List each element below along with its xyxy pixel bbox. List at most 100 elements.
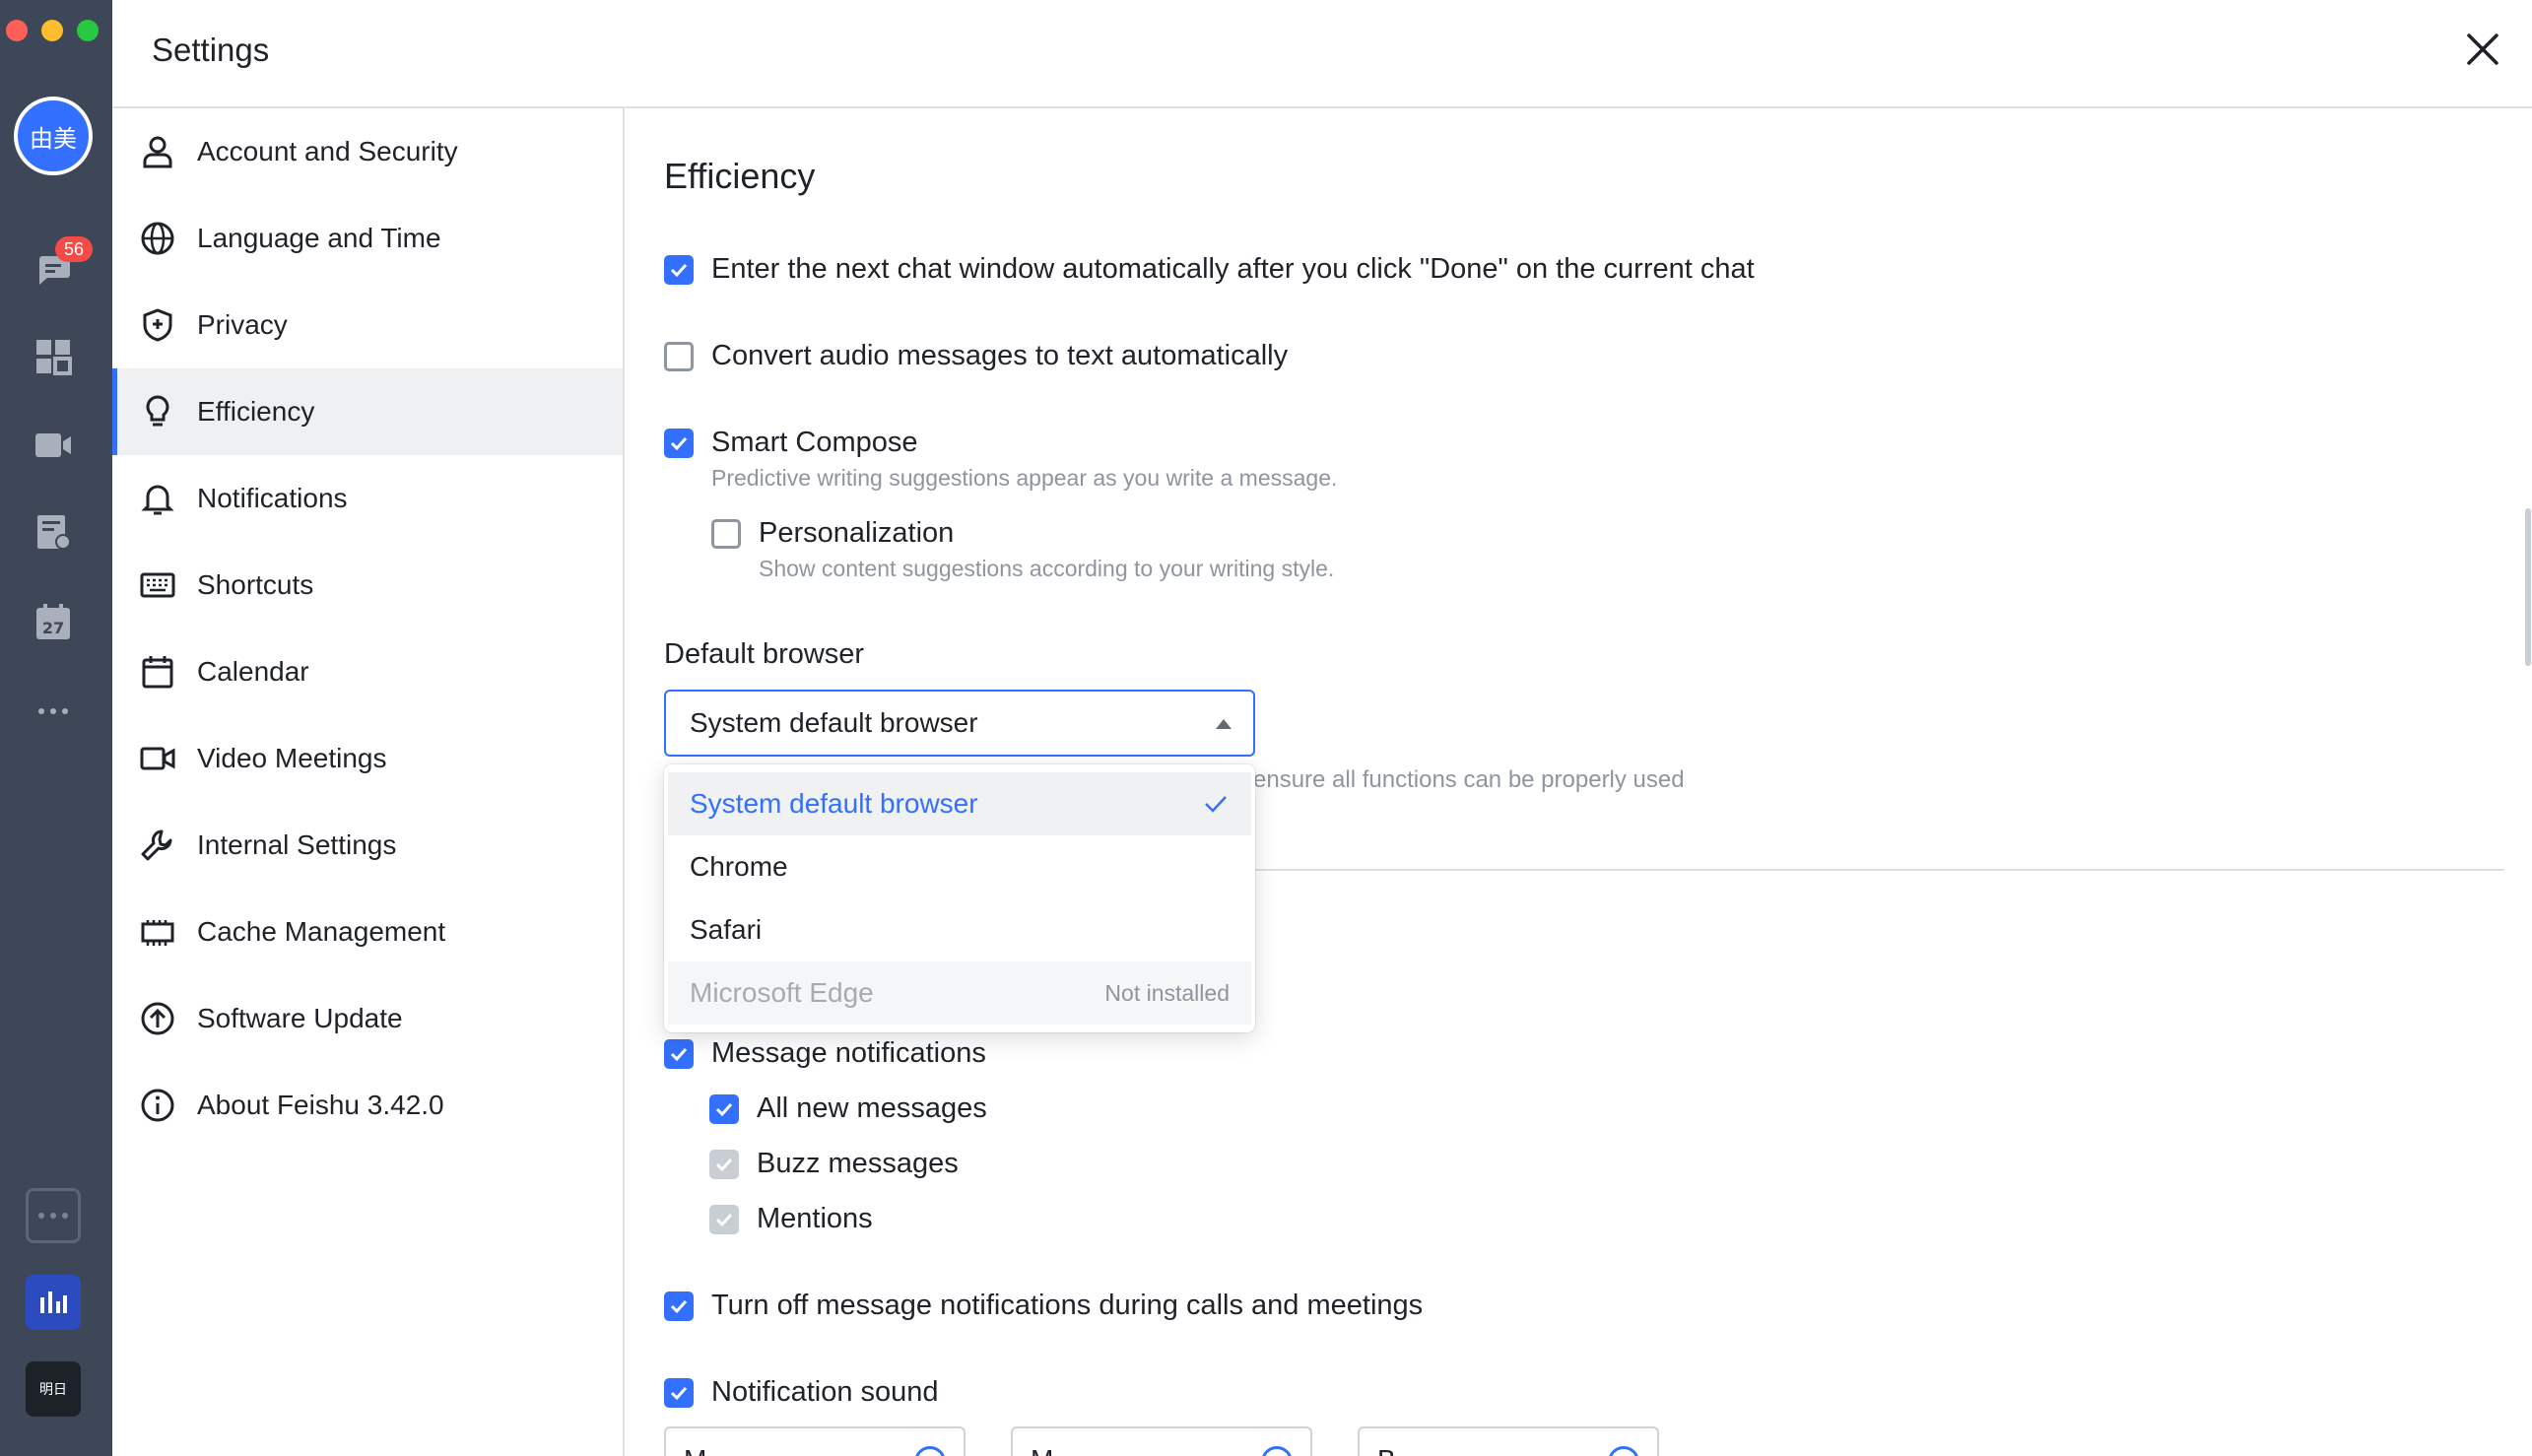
shield-icon [143,308,172,342]
close-button[interactable] [2457,24,2508,75]
calendar-icon[interactable]: 27 [33,603,73,642]
nav-label: Cache Management [197,916,446,947]
option-label: Smart Compose [711,427,918,458]
buzz-messages-option: Buzz messages [709,1148,959,1180]
nav-label: Efficiency [197,396,315,427]
check-icon [670,1299,688,1313]
window-zoom-dot[interactable] [77,20,99,41]
option-label: Message notifications [711,1037,986,1069]
personalization-option[interactable]: Personalization [711,517,954,550]
info-icon[interactable] [914,1446,946,1456]
checkbox-disabled [709,1149,739,1179]
option-label: Convert audio messages to text automatic… [711,340,1289,371]
personalization-desc: Show content suggestions according to yo… [759,556,1335,581]
checkbox-checked[interactable] [664,428,694,458]
close-icon [2467,33,2499,65]
chat-unread-badge: 56 [55,236,93,262]
nav-label: About Feishu 3.42.0 [197,1090,444,1120]
notification-sound-option[interactable]: Notification sound [664,1376,939,1409]
browser-option-system-default[interactable]: System default browser [668,772,1251,835]
lightbulb-icon [146,395,169,427]
nav-item-software-update[interactable]: Software Update [112,975,623,1062]
info-icon[interactable] [1608,1446,1639,1456]
nav-label: Calendar [197,656,309,687]
settings-content: Efficiency Enter the next chat window au… [627,110,2532,1456]
video-icon[interactable] [33,426,73,465]
nav-label: Notifications [197,483,348,513]
globe-icon [141,222,174,255]
checkbox-checked[interactable] [709,1093,739,1124]
app-more-icon[interactable] [26,1188,81,1243]
mute-during-calls-option[interactable]: Turn off message notifications during ca… [664,1290,1423,1322]
mentions-option: Mentions [709,1203,873,1235]
checkbox-checked[interactable] [664,254,694,285]
section-divider [1253,869,2504,871]
nav-item-cache-management[interactable]: Cache Management [112,889,623,975]
nav-item-language-time[interactable]: Language and Time [112,195,623,282]
video-camera-icon [140,747,175,770]
all-new-messages-option[interactable]: All new messages [709,1092,987,1125]
checkbox-unchecked[interactable] [711,518,741,549]
keyboard-icon [140,572,175,598]
nav-item-calendar[interactable]: Calendar [112,629,623,715]
nav-item-video-meetings[interactable]: Video Meetings [112,715,623,802]
memory-icon [141,920,174,946]
tomorrow-app-icon[interactable]: 明日 [26,1361,81,1417]
settings-nav: Account and Security Language and Time P… [112,108,625,1456]
settings-header: Settings [112,0,2532,108]
option-label: Turn off message notifications during ca… [711,1290,1424,1321]
option-label: Safari [690,914,763,945]
avatar[interactable]: 由美 [14,97,93,175]
smart-compose-option[interactable]: Smart Compose [664,427,918,459]
content-scrollbar[interactable] [2525,508,2531,666]
option-label: Chrome [690,851,788,882]
app-rail: 由美 56 27 明日 [0,0,112,1456]
checkbox-checked[interactable] [664,1291,694,1321]
nav-item-efficiency[interactable]: Efficiency [112,368,623,455]
nav-item-privacy[interactable]: Privacy [112,282,623,368]
option-label: Microsoft Edge [690,977,874,1008]
browser-option-safari[interactable]: Safari [668,898,1251,961]
caret-up-icon [1216,719,1232,729]
window-close-dot[interactable] [6,20,28,41]
checkbox-checked[interactable] [664,1038,694,1069]
analytics-app-icon[interactable] [26,1275,81,1330]
info-icon[interactable] [1261,1446,1293,1456]
checkbox-checked[interactable] [664,1377,694,1408]
option-label: Enter the next chat window automatically… [711,253,1755,285]
window-minimize-dot[interactable] [41,20,63,41]
option-label: System default browser [690,788,978,819]
workplace-icon[interactable] [33,337,73,376]
option-label: Personalization [759,517,955,549]
browser-option-chrome[interactable]: Chrome [668,835,1251,898]
nav-item-account-security[interactable]: Account and Security [112,108,623,195]
nav-label: Software Update [197,1003,403,1033]
default-browser-select[interactable]: System default browser [664,690,1255,757]
browser-dropdown: System default browser Chrome Safari Mic… [664,764,1255,1032]
nav-item-about[interactable]: About Feishu 3.42.0 [112,1062,623,1149]
nav-label: Language and Time [197,223,441,253]
check-icon [670,436,688,450]
nav-label: Privacy [197,309,288,340]
sound-select-mention[interactable]: M [1011,1426,1312,1456]
check-icon [715,1102,733,1116]
browser-option-edge: Microsoft Edge Not installed [668,961,1251,1025]
docs-icon[interactable] [33,512,73,552]
nav-label: Account and Security [197,136,458,166]
checkbox-unchecked[interactable] [664,341,694,371]
nav-item-internal-settings[interactable]: Internal Settings [112,802,623,889]
sound-select-message[interactable]: M [664,1426,966,1456]
default-browser-label: Default browser [664,638,865,670]
sound-select-buzz[interactable]: B [1358,1426,1659,1456]
sound-select-label: M [684,1444,706,1456]
more-icon[interactable] [33,690,73,729]
select-value: System default browser [690,707,978,738]
message-notifications-option[interactable]: Message notifications [664,1037,986,1070]
nav-item-notifications[interactable]: Notifications [112,455,623,542]
nav-label: Shortcuts [197,569,314,600]
audio-to-text-option[interactable]: Convert audio messages to text automatic… [664,340,1288,372]
nav-item-shortcuts[interactable]: Shortcuts [112,542,623,629]
option-label: All new messages [757,1092,987,1124]
auto-next-chat-option[interactable]: Enter the next chat window automatically… [664,253,1755,286]
nav-label: Video Meetings [197,743,387,773]
